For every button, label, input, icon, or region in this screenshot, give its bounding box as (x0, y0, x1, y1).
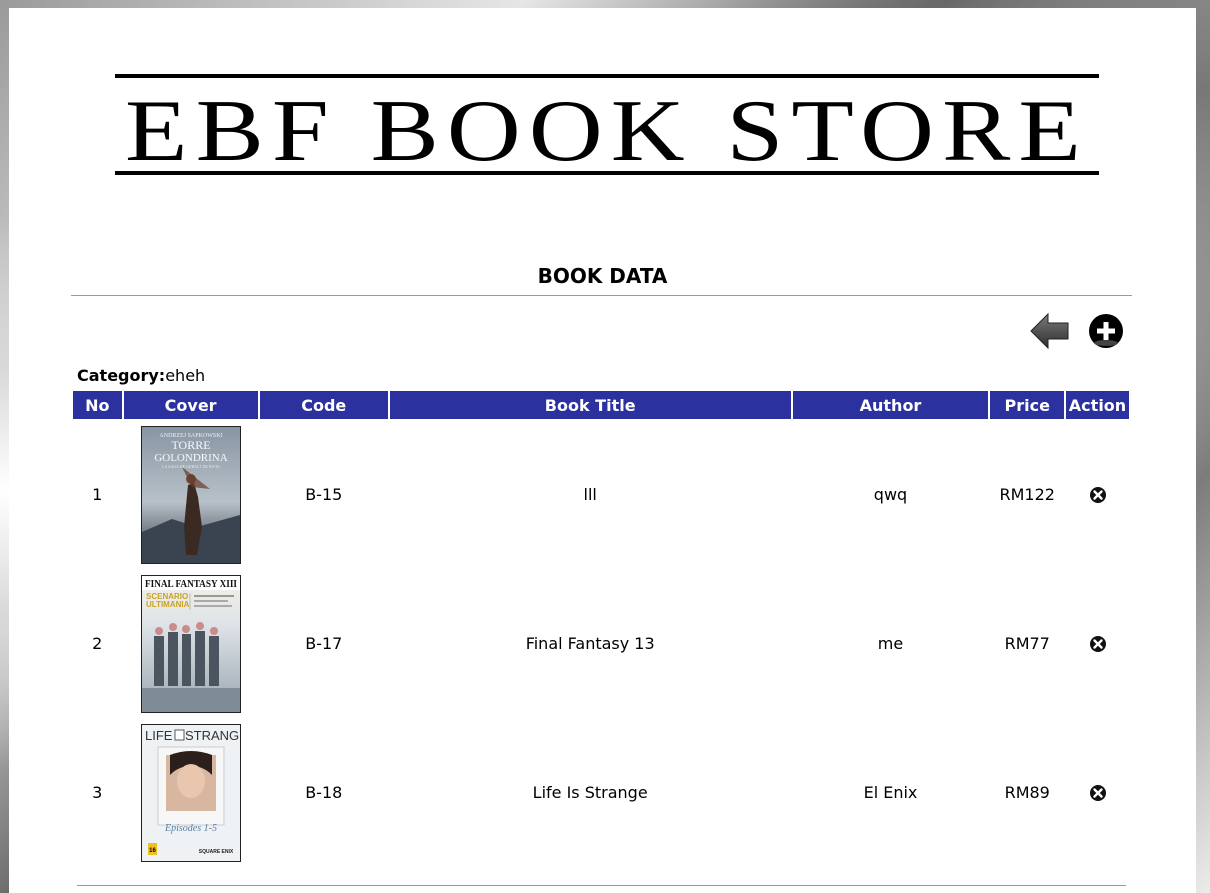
table-header-row: No Cover Code Book Title Author Price Ac… (73, 391, 1129, 419)
cell-action (1066, 421, 1129, 568)
back-button[interactable] (1030, 312, 1070, 350)
delete-button[interactable] (1089, 635, 1107, 653)
book-cover-image: ANDRZEJ SAPKOWSKI TORRE GOLONDRINA LA SA… (140, 425, 241, 564)
cover-subtitle-text: Episodes 1-5 (164, 823, 217, 834)
cell-cover: FINAL FANTASY XIII SCENARIO ULTIMANIA (124, 570, 258, 717)
cell-action (1066, 719, 1129, 866)
column-header-title: Book Title (389, 391, 791, 419)
column-header-cover: Cover (123, 391, 258, 419)
add-book-button[interactable] (1087, 312, 1125, 350)
cell-code: B-15 (305, 485, 343, 504)
book-cover-image: FINAL FANTASY XIII SCENARIO ULTIMANIA (140, 574, 241, 713)
cover-publisher-text: SQUARE ENIX (198, 849, 233, 855)
delete-button[interactable] (1089, 784, 1107, 802)
cell-title: Final Fantasy 13 (525, 634, 655, 653)
divider (77, 885, 1126, 886)
cell-price: RM89 (1004, 783, 1050, 802)
cell-price: RM122 (999, 485, 1055, 504)
table-row: 1 ANDRZEJ SAPKOWSKI TORRE GOLONDRINA LA … (73, 421, 1129, 568)
column-header-action: Action (1066, 391, 1129, 419)
category-line: Category:eheh (77, 366, 205, 385)
store-logo-text: EBF BOOK STORE (125, 83, 1089, 176)
plus-circle-icon (1089, 314, 1123, 348)
store-logo: EBF BOOK STORE (115, 74, 1099, 176)
cell-no: 3 (92, 783, 103, 802)
cover-title-text: FINAL FANTASY XIII (145, 579, 237, 590)
table-row: 3 LIFE STRANGE Episodes 1-5 (73, 719, 1129, 866)
column-header-no: No (73, 391, 122, 419)
cell-action (1066, 570, 1129, 717)
cover-subtitle-text: ULTIMANIA (146, 600, 190, 609)
category-value: eheh (165, 366, 206, 385)
column-header-code: Code (259, 391, 388, 419)
page-title: BOOK DATA (537, 264, 668, 288)
delete-button[interactable] (1089, 486, 1107, 504)
cell-code: B-18 (305, 783, 343, 802)
cover-title-text: LIFE (145, 728, 173, 743)
x-circle-icon (1089, 785, 1106, 802)
cell-no: 2 (92, 634, 103, 653)
x-circle-icon (1089, 636, 1106, 653)
books-table: No Cover Code Book Title Author Price Ac… (71, 389, 1131, 868)
book-cover-image: LIFE STRANGE Episodes 1-5 16 SQUARE ENIX (140, 723, 241, 862)
cell-author: me (877, 634, 904, 653)
cell-title: Life Is Strange (532, 783, 648, 802)
cover-title-text: STRANGE (185, 728, 240, 743)
arrow-left-icon (1030, 312, 1069, 350)
cell-price: RM77 (1004, 634, 1050, 653)
cell-code: B-17 (305, 634, 343, 653)
column-header-author: Author (792, 391, 989, 419)
cell-no: 1 (92, 485, 103, 504)
table-row: 2 FINAL FANTASY XIII SCENARIO ULTIMANIA … (73, 570, 1129, 717)
cover-title-text: GOLONDRINA (154, 452, 227, 464)
cover-subtitle-text: LA SAGA DE GERALT DE RIVIA (162, 464, 220, 469)
cell-title: lll (583, 485, 597, 504)
cover-age-rating-text: 16 (149, 848, 156, 854)
cell-author: El Enix (863, 783, 918, 802)
cell-cover: ANDRZEJ SAPKOWSKI TORRE GOLONDRINA LA SA… (124, 421, 258, 568)
cell-cover: LIFE STRANGE Episodes 1-5 16 SQUARE ENIX (124, 719, 258, 866)
divider (71, 295, 1132, 296)
cover-title-text: TORRE (171, 438, 210, 452)
cell-author: qwq (873, 485, 908, 504)
x-circle-icon (1089, 487, 1106, 504)
category-label: Category: (77, 366, 166, 385)
column-header-price: Price (990, 391, 1064, 419)
content-panel: EBF BOOK STORE BOOK DATA Category:eheh N… (9, 8, 1196, 893)
